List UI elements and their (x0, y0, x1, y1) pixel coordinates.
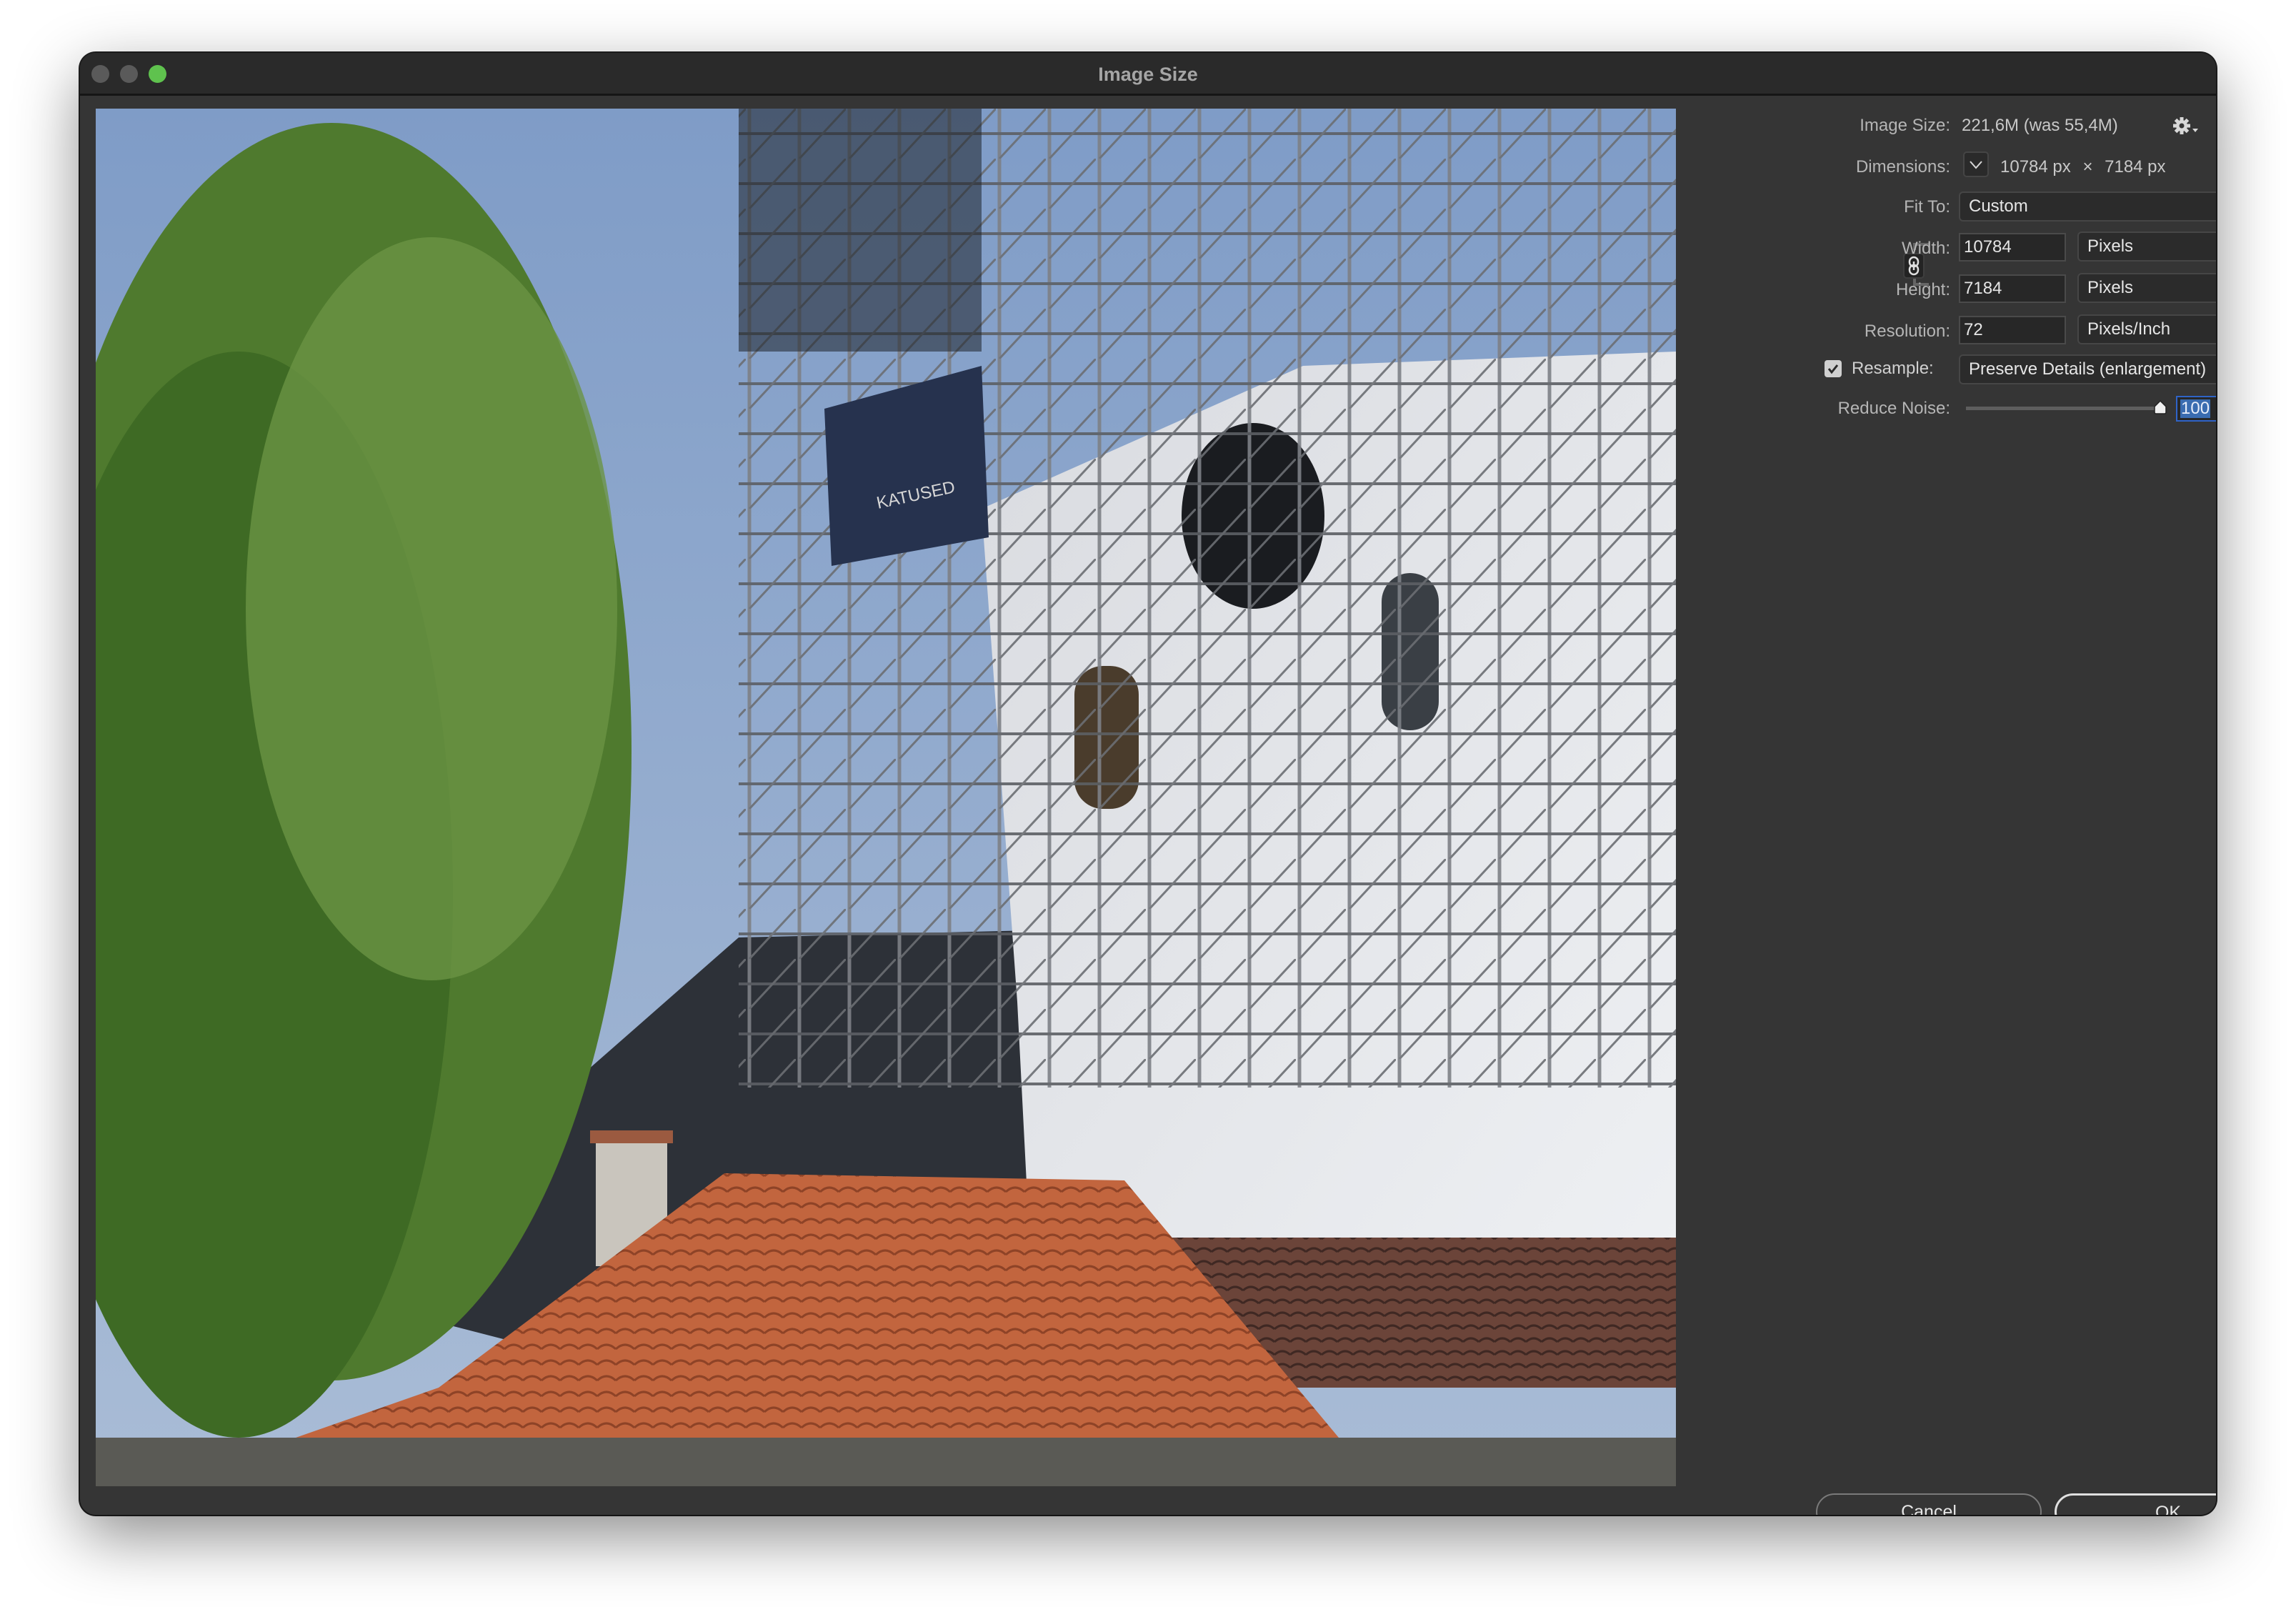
image-size-dialog: Image Size KATUSED Image Size: 221,6M (w… (80, 53, 2216, 1515)
height-input[interactable]: 7184 (1959, 274, 2066, 303)
reduce-noise-input[interactable]: 100 (2176, 396, 2216, 422)
width-input[interactable]: 10784 (1959, 233, 2066, 262)
fit-to-label: Fit To: (1904, 197, 1950, 217)
reduce-noise-label: Reduce Noise: (1837, 399, 1950, 418)
preview-photo: KATUSED (96, 109, 1676, 1486)
desktop: Image Size KATUSED Image Size: 221,6M (w… (0, 0, 2296, 1622)
reduce-noise-value: 100 (2180, 399, 2211, 418)
slider-thumb-icon (2154, 399, 2167, 414)
resolution-input[interactable]: 72 (1959, 316, 2066, 344)
chevron-down-icon (1970, 161, 1982, 169)
dimensions-height: 7184 px (2105, 157, 2166, 176)
cancel-button[interactable]: Cancel (1816, 1493, 2042, 1515)
settings-menu-button[interactable] (2173, 116, 2205, 137)
image-size-label: Image Size: (1860, 116, 1950, 135)
slider-track (1966, 407, 2160, 410)
resolution-unit-select[interactable]: Pixels/Inch (2077, 314, 2216, 344)
resample-method-select[interactable]: Preserve Details (enlargement) (1959, 354, 2216, 384)
checkmark-icon (1827, 364, 1839, 374)
dimensions-label: Dimensions: (1855, 157, 1950, 176)
height-unit-value: Pixels (2087, 278, 2134, 297)
dimensions-width: 10784 px (2000, 157, 2071, 176)
reduce-noise-slider[interactable] (1966, 396, 2173, 422)
width-unit-select[interactable]: Pixels (2077, 232, 2216, 262)
height-label: Height: (1895, 280, 1950, 299)
dimensions-times: × (2082, 157, 2093, 176)
slider-thumb[interactable] (2153, 399, 2167, 414)
height-unit-select[interactable]: Pixels (2077, 273, 2216, 303)
title-bar: Image Size (80, 53, 2216, 96)
width-label: Width: (1901, 239, 1950, 258)
fit-to-select[interactable]: Custom (1959, 191, 2216, 222)
ok-button[interactable]: OK (2055, 1493, 2216, 1515)
fit-to-value: Custom (1969, 196, 2028, 216)
image-preview[interactable]: KATUSED (96, 109, 1676, 1486)
width-unit-value: Pixels (2087, 237, 2134, 256)
gear-icon (2173, 117, 2198, 134)
resample-label: Resample: (1852, 359, 1934, 378)
dimensions-unit-toggle[interactable] (1963, 151, 1989, 177)
resample-method-value: Preserve Details (enlargement) (1969, 359, 2207, 379)
resolution-label: Resolution: (1864, 322, 1950, 341)
dropdown-caret-icon (2192, 129, 2198, 132)
image-size-value: 221,6M (was 55,4M) (1962, 116, 2118, 135)
settings-panel: Image Size: 221,6M (was 55,4M) Dimension… (1694, 96, 2216, 1515)
resolution-unit-value: Pixels/Inch (2087, 319, 2171, 339)
dimensions-value: 10784 px × 7184 px (2000, 153, 2166, 181)
resample-checkbox[interactable] (1825, 360, 1842, 377)
window-title: Image Size (1098, 64, 1198, 85)
